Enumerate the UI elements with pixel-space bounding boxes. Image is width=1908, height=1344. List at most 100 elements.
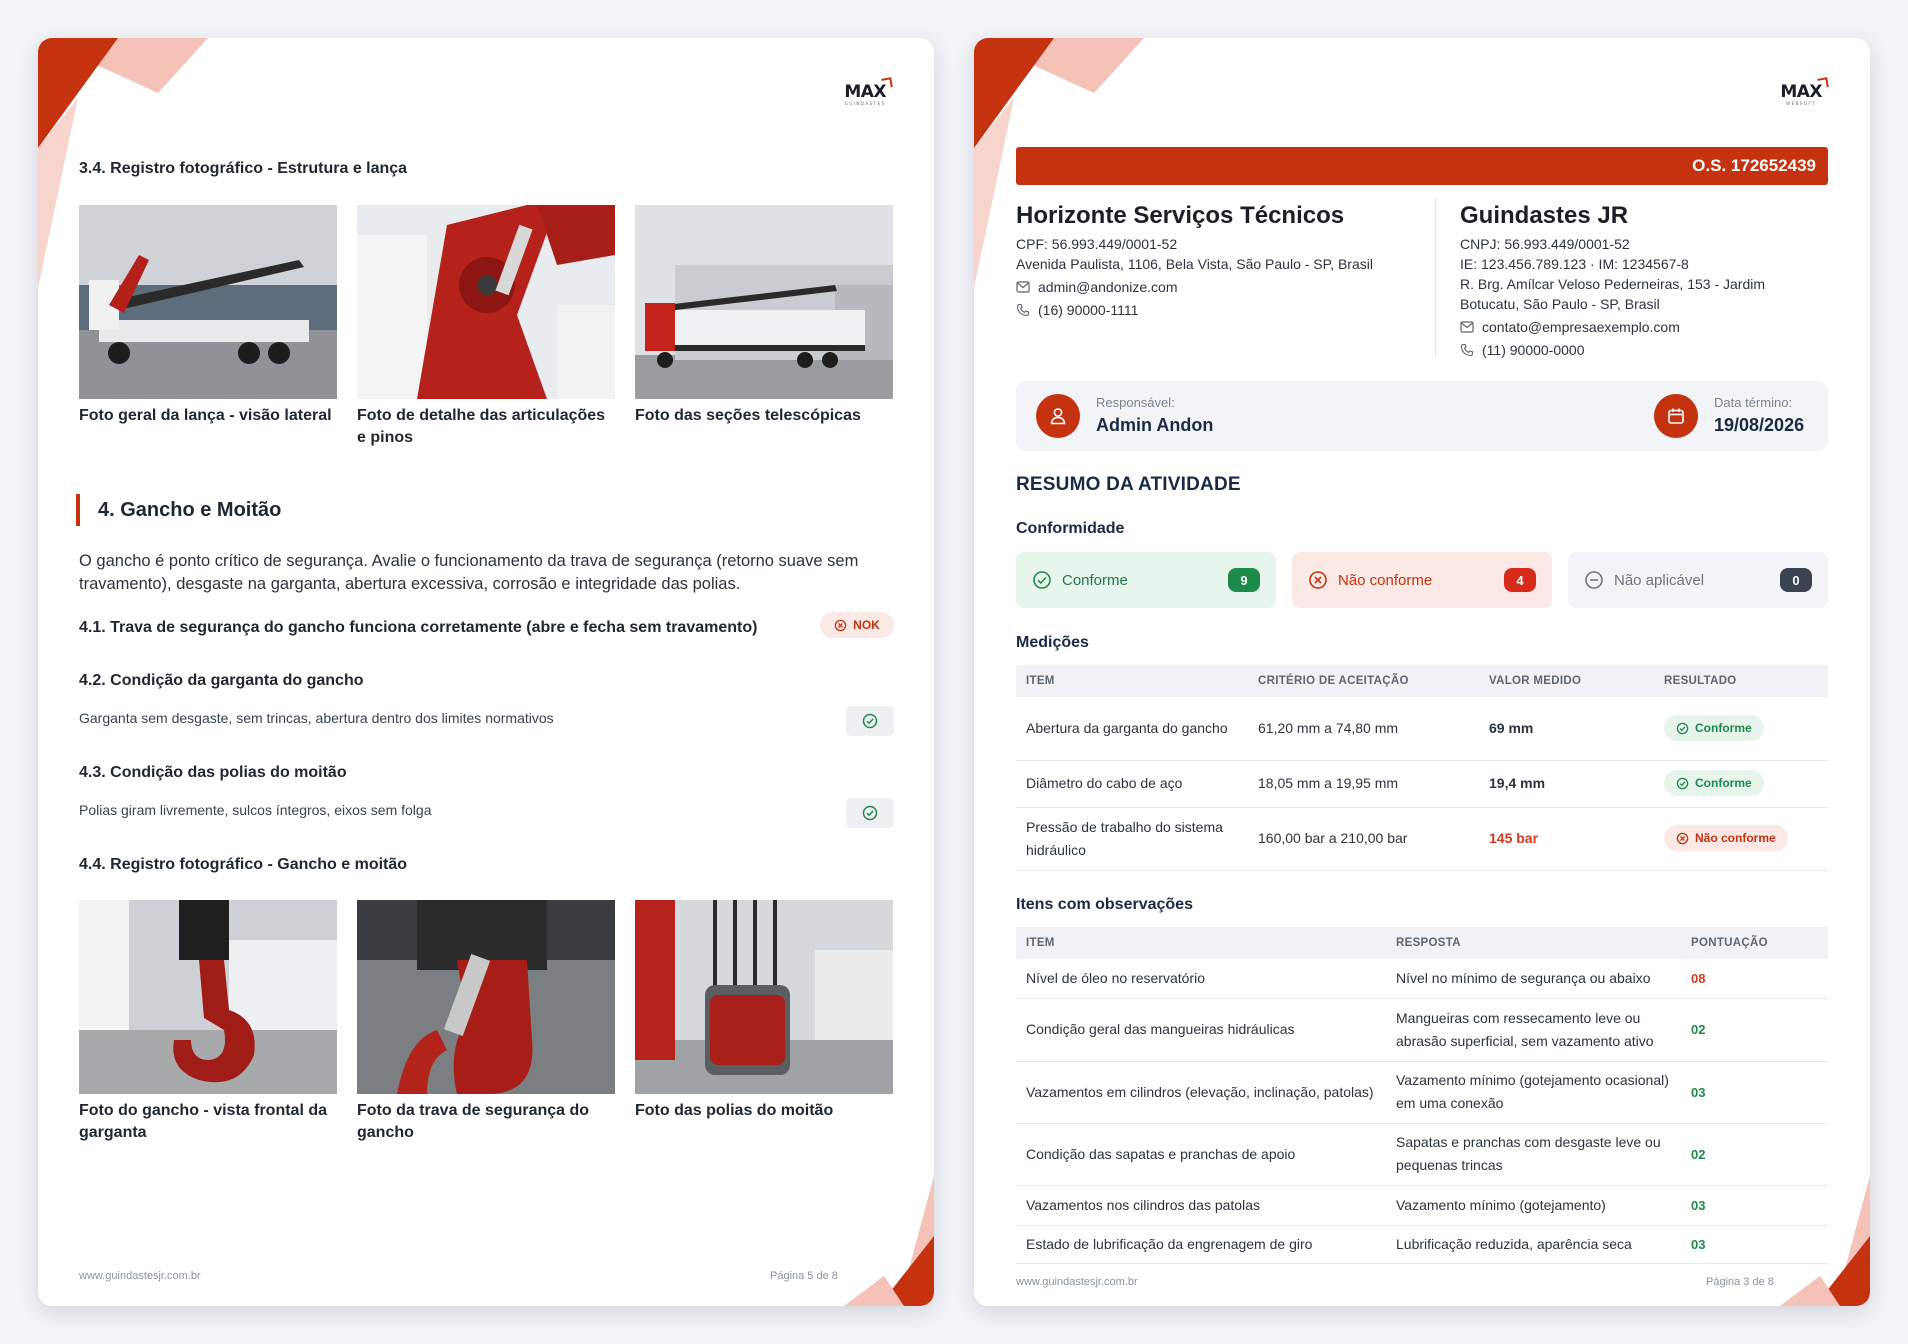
table-row: Estado de lubrificação da engrenagem de … [1016, 1225, 1828, 1264]
x-circle-icon [1676, 832, 1689, 845]
table-row: Vazamentos em cilindros (elevação, incli… [1016, 1061, 1828, 1124]
result-label: Conforme [1695, 720, 1752, 735]
table-row: Condição geral das mangueiras hidráulica… [1016, 998, 1828, 1062]
photo-telescopic-sections[interactable] [635, 205, 893, 399]
responsible-card: Responsável: Admin Andon Data término: 1… [1016, 381, 1828, 451]
provider-address: Avenida Paulista, 1106, Bela Vista, São … [1016, 256, 1373, 272]
photo-caption: Foto da trava de segurança do gancho [357, 1102, 590, 1141]
measurement-value: 69 mm [1479, 697, 1654, 761]
company-logo: MAX WEBSOFT [1780, 82, 1822, 106]
observation-item: Estado de lubrificação da engrenagem de … [1016, 1225, 1386, 1264]
table-row: Vazamentos nos cilindros das patolas Vaz… [1016, 1185, 1828, 1226]
corner-decoration-bottom [844, 1176, 934, 1306]
observation-item: Vazamentos nos cilindros das patolas [1016, 1185, 1386, 1226]
conformity-card-nao-aplicavel: Não aplicável 0 [1568, 552, 1828, 608]
column-header: RESPOSTA [1386, 927, 1681, 959]
provider-name: Horizonte Serviços Técnicos [1016, 202, 1345, 229]
mail-icon [1016, 281, 1030, 293]
photo-crane-side-view[interactable] [79, 205, 337, 399]
client-phone[interactable]: (11) 90000-0000 [1482, 340, 1584, 360]
measurement-criterion: 160,00 bar a 210,00 bar [1248, 807, 1479, 871]
provider-phone[interactable]: (16) 90000-1111 [1038, 300, 1138, 320]
photo-row-hook: Foto do gancho - vista frontal da gargan… [79, 900, 893, 1144]
phone-icon [1016, 303, 1030, 317]
responsible-value: Admin Andon [1096, 415, 1214, 435]
column-header: ITEM [1016, 665, 1248, 697]
photo-caption: Foto das polias do moitão [635, 1102, 834, 1119]
observation-score: 08 [1681, 959, 1828, 999]
check-circle-icon [1676, 777, 1689, 790]
nao-conforme-label: Não conforme [1338, 571, 1433, 589]
observation-item: Nível de óleo no reservatório [1016, 959, 1386, 999]
observation-answer: Sapatas e pranchas com desgaste leve ou … [1386, 1123, 1681, 1186]
measurement-item: Pressão de trabalho do sistema hidráulic… [1016, 807, 1248, 871]
client-info: Guindastes JR CNPJ: 56.993.449/0001-52 I… [1460, 200, 1765, 360]
photo-card: Foto geral da lança - visão lateral [79, 205, 337, 449]
x-circle-icon [834, 619, 847, 631]
calendar-icon [1654, 394, 1698, 438]
column-header: RESULTADO [1654, 665, 1828, 697]
footer-website: www.guindastesjr.com.br [79, 1270, 201, 1282]
observation-answer: Mangueiras com ressecamento leve ou abra… [1386, 998, 1681, 1062]
photo-caption: Foto de detalhe das articulações e pinos [357, 407, 606, 446]
measurement-value: 145 bar [1479, 807, 1654, 871]
section-3-4-title: 3.4. Registro fotográfico - Estrutura e … [79, 160, 408, 177]
answer-4-3: Polias giram livremente, sulcos íntegros… [79, 802, 432, 818]
company-divider [1435, 198, 1436, 356]
end-date-value: 19/08/2026 [1714, 415, 1805, 435]
result-label: Não conforme [1695, 830, 1776, 845]
client-doc: CNPJ: 56.993.449/0001-52 [1460, 236, 1630, 252]
photo-hook-safety-latch[interactable] [357, 900, 615, 1094]
photo-joints-detail[interactable] [357, 205, 615, 399]
column-header: PONTUAÇÃO [1681, 927, 1828, 959]
result-label: Conforme [1695, 775, 1752, 790]
nao-aplicavel-label: Não aplicável [1614, 571, 1705, 589]
result-badge: Não conforme [1664, 825, 1788, 852]
table-row: Abertura da garganta do gancho 61,20 mm … [1016, 697, 1828, 761]
section-4-4-title: 4.4. Registro fotográfico - Gancho e moi… [79, 856, 408, 873]
provider-doc: CPF: 56.993.449/0001-52 [1016, 236, 1178, 252]
observation-score: 03 [1681, 1061, 1828, 1124]
client-email[interactable]: contato@empresaexemplo.com [1482, 317, 1680, 337]
observations-header-row: ITEM RESPOSTA PONTUAÇÃO [1016, 927, 1828, 959]
observations-title: Itens com observações [1016, 896, 1193, 913]
column-header: VALOR MEDIDO [1479, 665, 1654, 697]
observation-score: 02 [1681, 998, 1828, 1062]
x-circle-icon [1309, 571, 1327, 589]
provider-email[interactable]: admin@andonize.com [1038, 277, 1178, 297]
client-address-line2: Botucatu, São Paulo - SP, Brasil [1460, 296, 1660, 312]
document-page-5: MAX GUINDASTES 3.4. Registro fotográfico … [38, 38, 934, 1306]
table-row: Diâmetro do cabo de aço 18,05 mm a 19,95… [1016, 760, 1828, 808]
document-page-3: MAX WEBSOFT O.S. 172652439 Horizonte Serv… [974, 38, 1870, 1306]
section-4-description: O gancho é ponto crítico de segurança. A… [79, 552, 859, 593]
table-row: Pressão de trabalho do sistema hidráulic… [1016, 807, 1828, 871]
nao-conforme-count: 4 [1504, 568, 1536, 592]
nok-label: NOK [853, 618, 880, 632]
measurement-criterion: 18,05 mm a 19,95 mm [1248, 760, 1479, 808]
responsible-label: Responsável: [1096, 395, 1175, 410]
photo-hook-front[interactable] [79, 900, 337, 1094]
nok-status-badge: NOK [820, 612, 894, 638]
observation-item: Condição geral das mangueiras hidráulica… [1016, 998, 1386, 1062]
measurement-item: Diâmetro do cabo de aço [1016, 760, 1248, 808]
conformity-card-nao-conforme: Não conforme 4 [1292, 552, 1552, 608]
photo-caption: Foto do gancho - vista frontal da gargan… [79, 1102, 327, 1141]
photo-caption: Foto geral da lança - visão lateral [79, 407, 332, 424]
company-logo: MAX GUINDASTES [844, 82, 886, 106]
photo-card: Foto da trava de segurança do gancho [357, 900, 615, 1144]
photo-card: Foto das polias do moitão [635, 900, 893, 1144]
footer-page-number: Página 3 de 8 [1706, 1276, 1774, 1288]
client-address-line1: R. Brg. Amílcar Veloso Pederneiras, 153 … [1460, 276, 1766, 292]
table-row: Condição das sapatas e pranchas de apoio… [1016, 1123, 1828, 1186]
conformity-title: Conformidade [1016, 520, 1125, 537]
question-4-3: 4.3. Condição das polias do moitão [79, 764, 347, 781]
conformity-card-conforme: Conforme 9 [1016, 552, 1276, 608]
measurements-title: Medições [1016, 634, 1089, 651]
minus-circle-icon [1585, 571, 1603, 589]
end-date-label: Data término: [1714, 395, 1793, 410]
photo-block-pulleys[interactable] [635, 900, 893, 1094]
question-4-1: 4.1. Trava de segurança do gancho funcio… [79, 619, 758, 636]
client-registrations: IE: 123.456.789.123 · IM: 1234567-8 [1460, 256, 1689, 272]
check-circle-icon [862, 713, 878, 729]
activity-summary-title: RESUMO DA ATIVIDADE [1016, 474, 1241, 495]
